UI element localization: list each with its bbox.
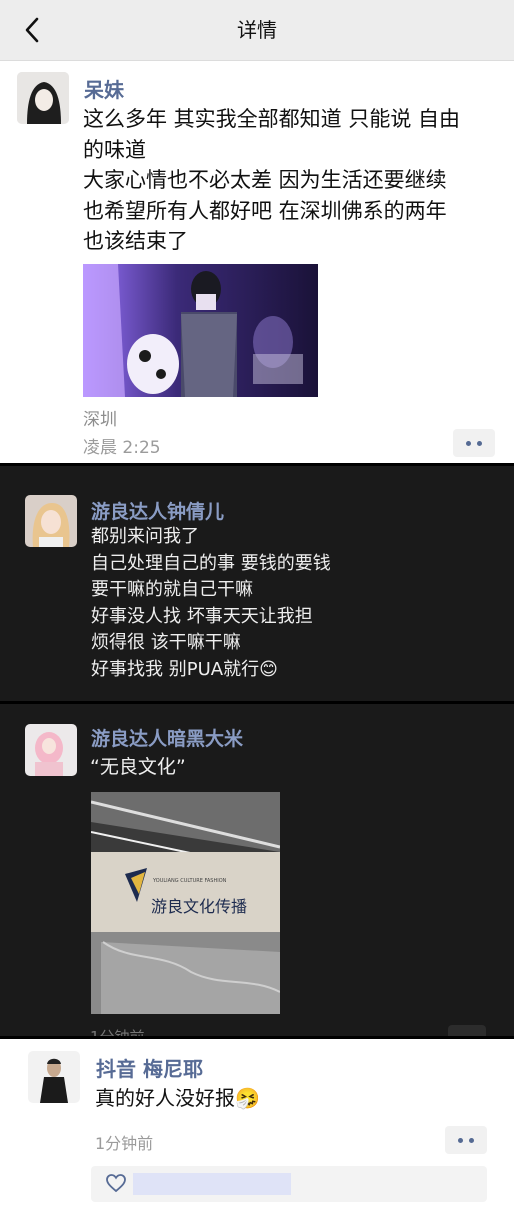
- timestamp: 凌晨 2:25: [83, 438, 161, 458]
- timestamp: 1分钟前: [95, 1134, 154, 1153]
- post-text: “无良文化”: [90, 756, 186, 778]
- sign-english: YOULIANG CULTURE FASHION: [152, 878, 227, 884]
- author-name[interactable]: 游良达人钟倩儿: [91, 497, 224, 524]
- more-actions-button[interactable]: [453, 429, 495, 457]
- more-dot: [477, 440, 482, 446]
- liker-name-redacted[interactable]: [133, 1173, 291, 1195]
- author-name[interactable]: 游良达人暗黑大米: [91, 724, 243, 751]
- heart-icon: [106, 1174, 126, 1193]
- page-title: 详情: [237, 18, 277, 42]
- avatar[interactable]: [25, 495, 77, 547]
- moment-post-4: 抖音 梅尼耶 真的好人没好报🤧 1分钟前: [0, 1039, 514, 1230]
- post-text: 真的好人没好报🤧: [95, 1086, 260, 1110]
- more-dots-icon: [458, 1137, 463, 1143]
- avatar[interactable]: [25, 724, 77, 776]
- likes-bar: [91, 1166, 487, 1202]
- more-actions-button[interactable]: [445, 1126, 487, 1154]
- post-text: 都别来问我了 自己处理自己的事 要钱的要钱 要干嘛的就自己干嘛 好事没人找 坏事…: [91, 526, 331, 680]
- avatar[interactable]: [17, 72, 69, 124]
- more-dot: [469, 1137, 474, 1143]
- author-name[interactable]: 抖音 梅尼耶: [96, 1053, 203, 1082]
- nav-bar: 详情: [0, 0, 514, 61]
- post-text: 这么多年 其实我全部都知道 只能说 自由 的味道 大家心情也不必太差 因为生活还…: [83, 107, 461, 253]
- moment-post-1: 呆妹 这么多年 其实我全部都知道 只能说 自由 的味道 大家心情也不必太差 因为…: [0, 61, 514, 464]
- author-name[interactable]: 呆妹: [84, 74, 124, 103]
- moment-post-3: 游良达人暗黑大米 “无良文化” YOULIANG CULTURE FASHION…: [0, 704, 514, 1037]
- post-photo[interactable]: YOULIANG CULTURE FASHION 游良文化传播: [91, 792, 280, 1014]
- location-label[interactable]: 深圳: [83, 405, 117, 430]
- sign-chinese: 游良文化传播: [151, 897, 247, 916]
- moment-post-2: 游良达人钟倩儿 都别来问我了 自己处理自己的事 要钱的要钱 要干嘛的就自己干嘛 …: [0, 466, 514, 701]
- avatar[interactable]: [28, 1051, 80, 1103]
- more-dots-icon: [466, 440, 471, 446]
- post-photo[interactable]: [83, 264, 318, 397]
